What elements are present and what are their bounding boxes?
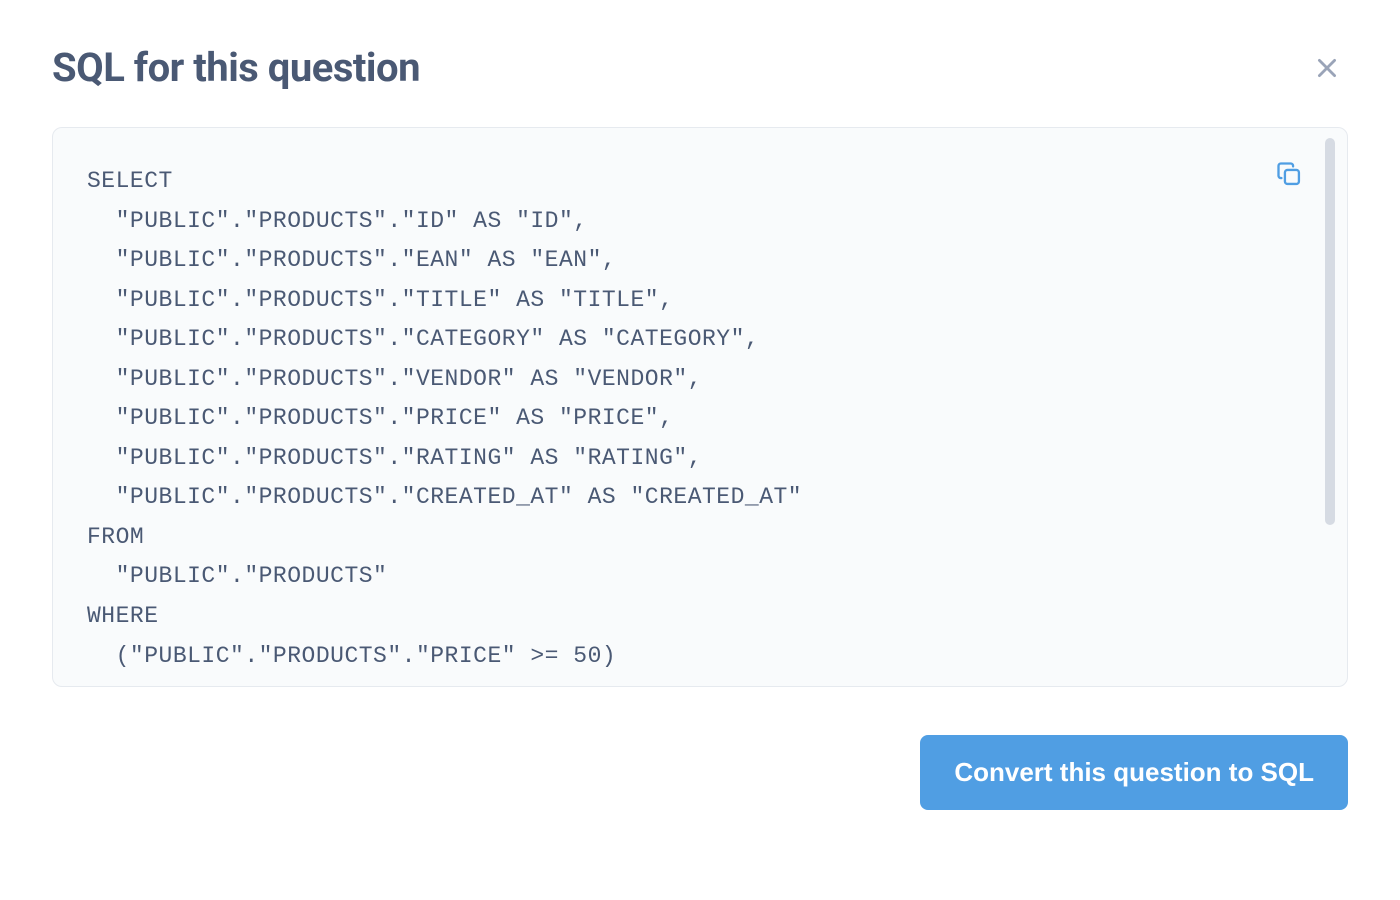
- modal-header: SQL for this question: [52, 44, 1348, 91]
- sql-code[interactable]: SELECT "PUBLIC"."PRODUCTS"."ID" AS "ID",…: [87, 162, 1307, 676]
- scrollbar-thumb[interactable]: [1325, 138, 1335, 525]
- modal-title: SQL for this question: [52, 44, 420, 91]
- modal-footer: Convert this question to SQL: [52, 735, 1348, 810]
- sql-code-panel: SELECT "PUBLIC"."PRODUCTS"."ID" AS "ID",…: [52, 127, 1348, 687]
- copy-button[interactable]: [1269, 154, 1309, 194]
- convert-to-sql-button[interactable]: Convert this question to SQL: [920, 735, 1348, 810]
- copy-icon: [1275, 160, 1303, 188]
- close-icon: [1314, 55, 1340, 81]
- sql-modal: SQL for this question SELECT "PUBLIC"."P…: [0, 0, 1400, 850]
- scrollbar-track[interactable]: [1323, 138, 1337, 676]
- close-button[interactable]: [1306, 47, 1348, 89]
